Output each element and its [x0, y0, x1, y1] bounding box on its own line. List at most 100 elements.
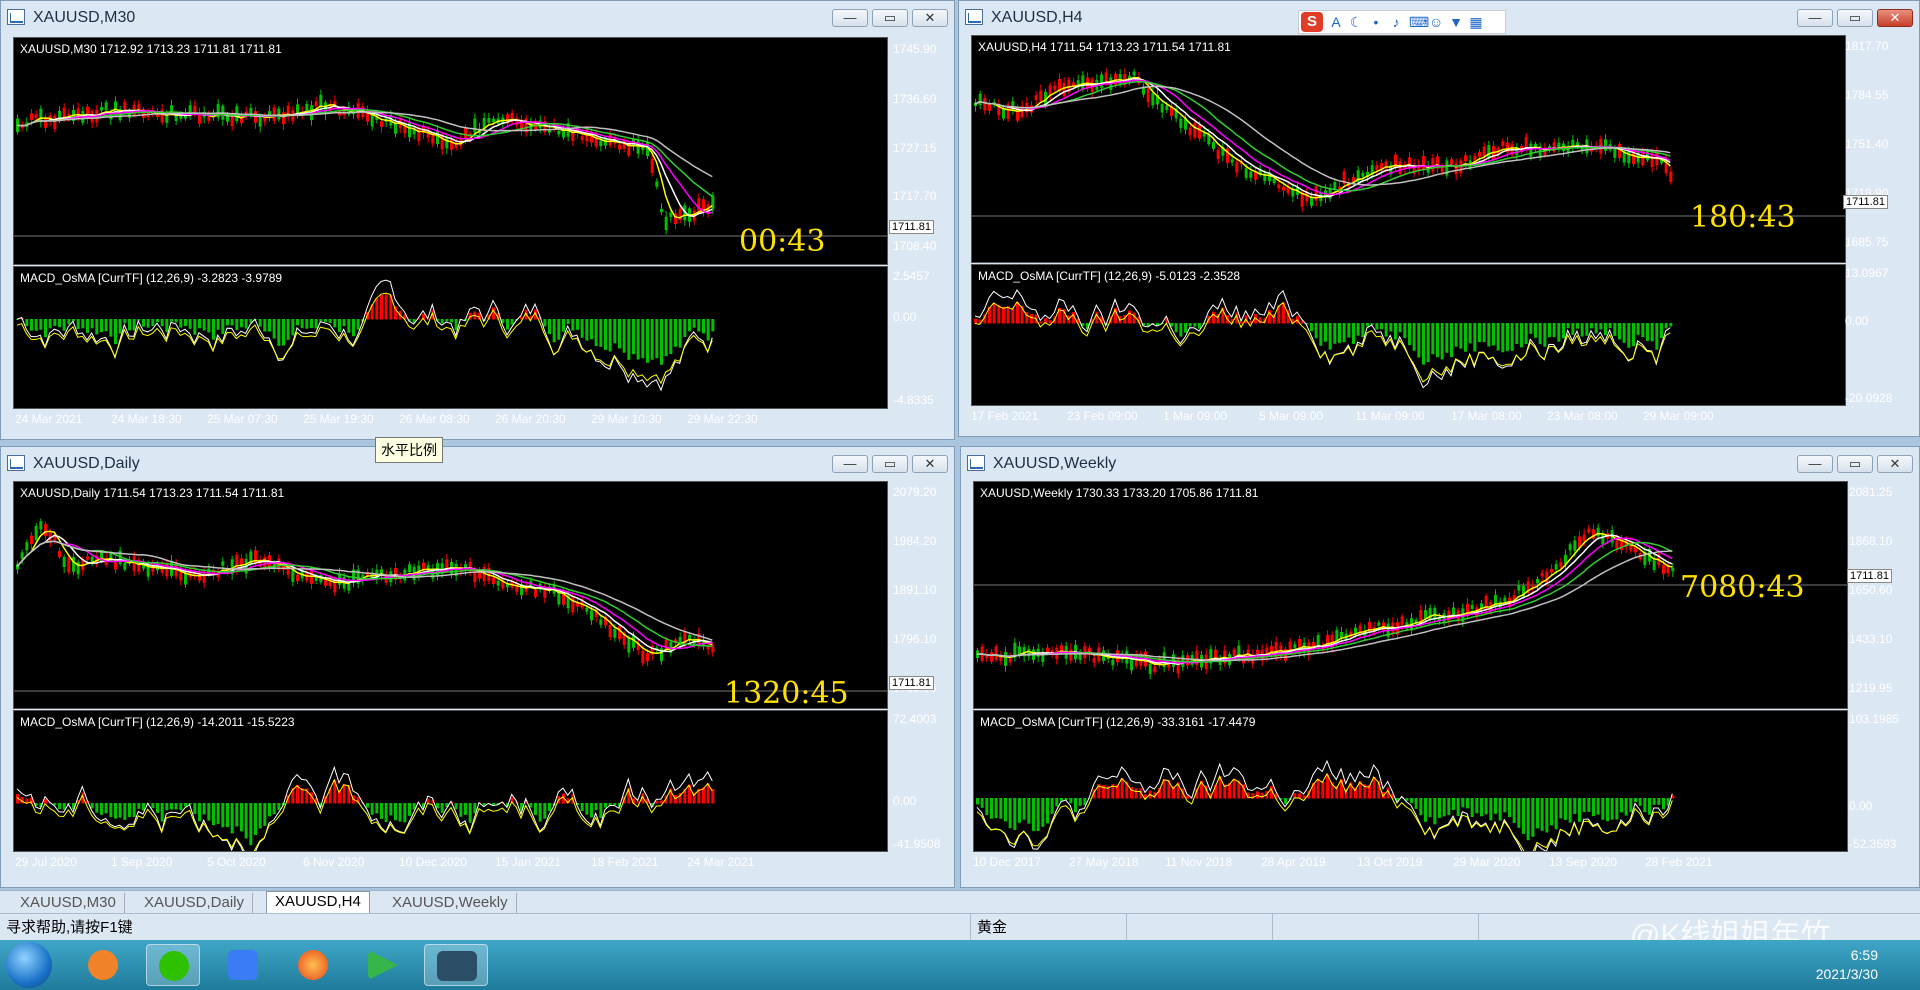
macd-histogram-bar — [1648, 798, 1651, 815]
macd-histogram-bar — [655, 319, 659, 359]
maximize-button[interactable]: ▭ — [1837, 455, 1873, 473]
macd-histogram-bar — [1078, 798, 1082, 806]
tab-h4[interactable]: XAUUSD,H4 — [266, 891, 370, 914]
macd-histogram-bar — [193, 803, 197, 815]
taskbar-app-player[interactable] — [356, 944, 410, 986]
punctuation-icon[interactable]: • — [1369, 15, 1383, 29]
ime-toolbar[interactable]: S A ☾ • ♪ ⌨ ☺ ▼ ▦ — [1298, 10, 1506, 34]
macd-histogram-bar — [1464, 323, 1467, 352]
candle-body — [1214, 649, 1217, 659]
macd-subwindow[interactable]: MACD_OsMA [CurrTF] (12,26,9) -33.3161 -1… — [973, 710, 1848, 852]
close-button[interactable]: ✕ — [912, 9, 948, 27]
macd-histogram-bar — [1613, 323, 1617, 336]
taskbar-app-sogou[interactable] — [76, 944, 130, 986]
macd-histogram-bar — [711, 319, 715, 332]
macd-histogram-bar — [1212, 311, 1215, 324]
taskbar-app-feishu[interactable] — [216, 944, 270, 986]
chart-window-m30[interactable]: XAUUSD,M30 — ▭ ✕ XAUUSD,M30 1712.92 1713… — [0, 0, 955, 440]
candle-body — [1454, 163, 1458, 175]
candle-body — [473, 118, 477, 133]
macd-histogram-bar — [1120, 778, 1124, 799]
window-titlebar[interactable]: XAUUSD,Daily — ▭ ✕ — [1, 447, 954, 481]
tab-m30[interactable]: XAUUSD,M30 — [12, 893, 125, 913]
minimize-button[interactable]: — — [1797, 9, 1833, 27]
sogou-logo[interactable]: S — [1301, 12, 1323, 32]
macd-histogram-bar — [193, 319, 197, 335]
candle-body — [1104, 72, 1108, 83]
shirt-icon[interactable]: ▼ — [1449, 15, 1463, 29]
time-tick: 29 Mar 09:00 — [1643, 409, 1714, 423]
minimize-button[interactable]: — — [832, 9, 868, 27]
start-button[interactable] — [6, 942, 52, 988]
grid-icon[interactable]: ▦ — [1469, 15, 1483, 29]
maximize-button[interactable]: ▭ — [1837, 9, 1873, 27]
macd-tick: 0.00 — [1849, 799, 1873, 813]
close-button[interactable]: ✕ — [1877, 455, 1913, 473]
macd-histogram-bar — [980, 798, 984, 808]
microphone-icon[interactable]: ♪ — [1389, 15, 1403, 29]
macd-subwindow[interactable]: MACD_OsMA [CurrTF] (12,26,9) -5.0123 -2.… — [971, 264, 1846, 406]
macd-info-label: MACD_OsMA [CurrTF] (12,26,9) -5.0123 -2.… — [978, 269, 1241, 283]
macd-subwindow[interactable]: MACD_OsMA [CurrTF] (12,26,9) -3.2823 -3.… — [13, 266, 888, 409]
price-chart[interactable]: XAUUSD,Daily 1711.54 1713.23 1711.54 171… — [13, 481, 888, 709]
macd-histogram-bar — [1408, 323, 1411, 346]
price-chart[interactable]: XAUUSD,Weekly 1730.33 1733.20 1705.86 17… — [973, 481, 1848, 709]
candle-body — [272, 107, 276, 121]
candle-body — [436, 130, 439, 145]
macd-histogram-bar — [216, 803, 220, 824]
candle-body — [1277, 184, 1281, 189]
macd-tick: 2.5457 — [893, 269, 930, 283]
window-titlebar[interactable]: XAUUSD,M30 — ▭ ✕ — [1, 1, 954, 35]
macd-histogram-bar — [1559, 798, 1563, 819]
keyboard-icon[interactable]: ⌨ — [1409, 15, 1429, 29]
minimize-button[interactable]: — — [832, 455, 868, 473]
minimize-button[interactable]: — — [1797, 455, 1833, 473]
price-chart[interactable]: XAUUSD,M30 1712.92 1713.23 1711.81 1711.… — [13, 37, 888, 265]
candle-body — [1615, 540, 1619, 549]
macd-histogram-bar — [268, 319, 271, 332]
moon-icon[interactable]: ☾ — [1349, 15, 1363, 29]
font-icon[interactable]: A — [1329, 15, 1343, 29]
macd-histogram-bar — [450, 319, 453, 323]
macd-histogram-bar — [1582, 798, 1586, 813]
macd-histogram-bar — [1417, 323, 1421, 358]
tab-daily[interactable]: XAUUSD,Daily — [136, 893, 254, 913]
candle-body — [1151, 92, 1155, 106]
close-button[interactable]: ✕ — [1877, 9, 1913, 27]
chart-info-label: XAUUSD,Daily 1711.54 1713.23 1711.54 171… — [20, 486, 285, 500]
macd-histogram-bar — [1258, 317, 1262, 324]
price-tick: 1784.55 — [1845, 88, 1889, 102]
macd-histogram-bar — [585, 319, 589, 341]
macd-subwindow[interactable]: MACD_OsMA [CurrTF] (12,26,9) -14.2011 -1… — [13, 710, 888, 852]
macd-histogram-bar — [711, 789, 715, 804]
system-clock[interactable]: 6:59 2021/3/30 — [1816, 946, 1878, 984]
maximize-button[interactable]: ▭ — [872, 9, 908, 27]
chart-window-h4[interactable]: XAUUSD,H4 — ▭ ✕ XAUUSD,H4 1711.54 1713.2… — [958, 0, 1920, 437]
time-tick: 26 Mar 20:30 — [495, 412, 566, 426]
macd-histogram-bar — [1643, 798, 1647, 813]
play-app-icon — [368, 950, 398, 980]
user-icon[interactable]: ☺ — [1429, 15, 1443, 29]
candle-body — [1193, 122, 1197, 138]
macd-histogram-bar — [660, 319, 663, 365]
macd-histogram-bar — [137, 803, 141, 809]
macd-histogram-bar — [1412, 323, 1416, 351]
taskbar-app-wechat[interactable] — [146, 944, 200, 986]
candle-body — [67, 557, 71, 573]
window-titlebar[interactable]: XAUUSD,Weekly — ▭ ✕ — [961, 447, 1919, 481]
chart-window-daily[interactable]: XAUUSD,Daily — ▭ ✕ XAUUSD,Daily 1711.54 … — [0, 446, 955, 888]
chart-window-weekly[interactable]: XAUUSD,Weekly — ▭ ✕ XAUUSD,Weekly 1730.3… — [960, 446, 1920, 888]
taskbar-app-mt4[interactable] — [424, 944, 488, 986]
macd-histogram-bar — [184, 803, 187, 807]
macd-histogram-bar — [1134, 788, 1138, 799]
close-button[interactable]: ✕ — [912, 455, 948, 473]
taskbar-app-firefox[interactable] — [286, 944, 340, 986]
macd-histogram-bar — [67, 319, 71, 325]
macd-histogram-bar — [632, 319, 635, 355]
tab-weekly[interactable]: XAUUSD,Weekly — [384, 893, 517, 913]
macd-histogram-bar — [1562, 323, 1565, 339]
macd-histogram-bar — [1268, 310, 1271, 324]
macd-histogram-bar — [296, 319, 299, 326]
maximize-button[interactable]: ▭ — [872, 455, 908, 473]
price-chart[interactable]: XAUUSD,H4 1711.54 1713.23 1711.54 1711.8… — [971, 35, 1846, 263]
